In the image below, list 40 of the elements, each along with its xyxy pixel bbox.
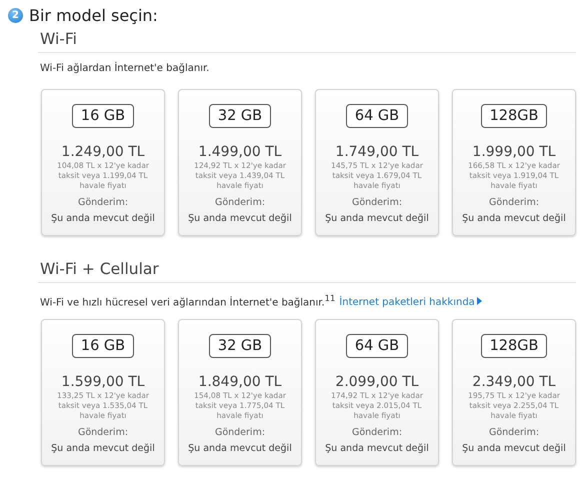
section-heading: Wi-Fi bbox=[38, 26, 576, 53]
capacity-label: 128GB bbox=[480, 104, 548, 128]
shipping-label: Gönderim: bbox=[78, 427, 128, 438]
shipping-label: Gönderim: bbox=[488, 197, 540, 208]
chevron-right-icon bbox=[476, 297, 482, 306]
shipping-label: Gönderim: bbox=[214, 427, 266, 438]
shipping-label: Gönderim: bbox=[488, 427, 540, 438]
step-number-badge: 2 bbox=[8, 8, 23, 22]
section-heading: Wi-Fi + Cellular bbox=[38, 256, 576, 283]
shipping-label: Gönderim: bbox=[352, 197, 402, 208]
shipping-label: Gönderim: bbox=[78, 197, 128, 208]
shipping-status: Şu anda mevcut değil bbox=[51, 213, 155, 224]
price-text: 1.499,00 TL bbox=[198, 144, 282, 160]
price-text: 1.249,00 TL bbox=[61, 144, 145, 160]
price-text: 2.349,00 TL bbox=[472, 374, 556, 390]
price-text: 1.999,00 TL bbox=[472, 144, 556, 160]
shipping-status: Şu anda mevcut değil bbox=[188, 213, 292, 224]
shipping-status: Şu anda mevcut değil bbox=[188, 443, 292, 454]
step-title: Bir model seçin: bbox=[29, 6, 158, 24]
section-description: Wi-Fi ve hızlı hücresel veri ağlarından İnternet'e bağlanır.$^{11}$ bbox=[40, 293, 336, 308]
price-text: 2.099,00 TL bbox=[335, 374, 419, 390]
shipping-status: Şu anda mevcut değil bbox=[462, 213, 566, 224]
capacity-label: 32 GB bbox=[208, 334, 272, 358]
capacity-label: 16 GB bbox=[72, 104, 134, 128]
shipping-status: Şu anda mevcut değil bbox=[325, 443, 429, 454]
section-description: Wi-Fi ağlardan İnternet'e bağlanır. bbox=[40, 63, 210, 74]
capacity-label: 32 GB bbox=[208, 104, 272, 128]
shipping-status: Şu anda mevcut değil bbox=[325, 213, 429, 224]
capacity-label: 128GB bbox=[480, 334, 548, 358]
shipping-status: Şu anda mevcut değil bbox=[51, 443, 155, 454]
capacity-label: 64 GB bbox=[346, 104, 408, 128]
capacity-label: 64 GB bbox=[346, 334, 408, 358]
price-text: 1.599,00 TL bbox=[61, 374, 145, 390]
shipping-label: Gönderim: bbox=[352, 427, 402, 438]
price-text: 1.749,00 TL bbox=[335, 144, 419, 160]
shipping-label: Gönderim: bbox=[214, 197, 266, 208]
capacity-label: 16 GB bbox=[72, 334, 134, 358]
info-link[interactable]: İnternet paketleri hakkında bbox=[339, 297, 475, 308]
price-text: 1.849,00 TL bbox=[198, 374, 282, 390]
shipping-status: Şu anda mevcut değil bbox=[462, 443, 566, 454]
